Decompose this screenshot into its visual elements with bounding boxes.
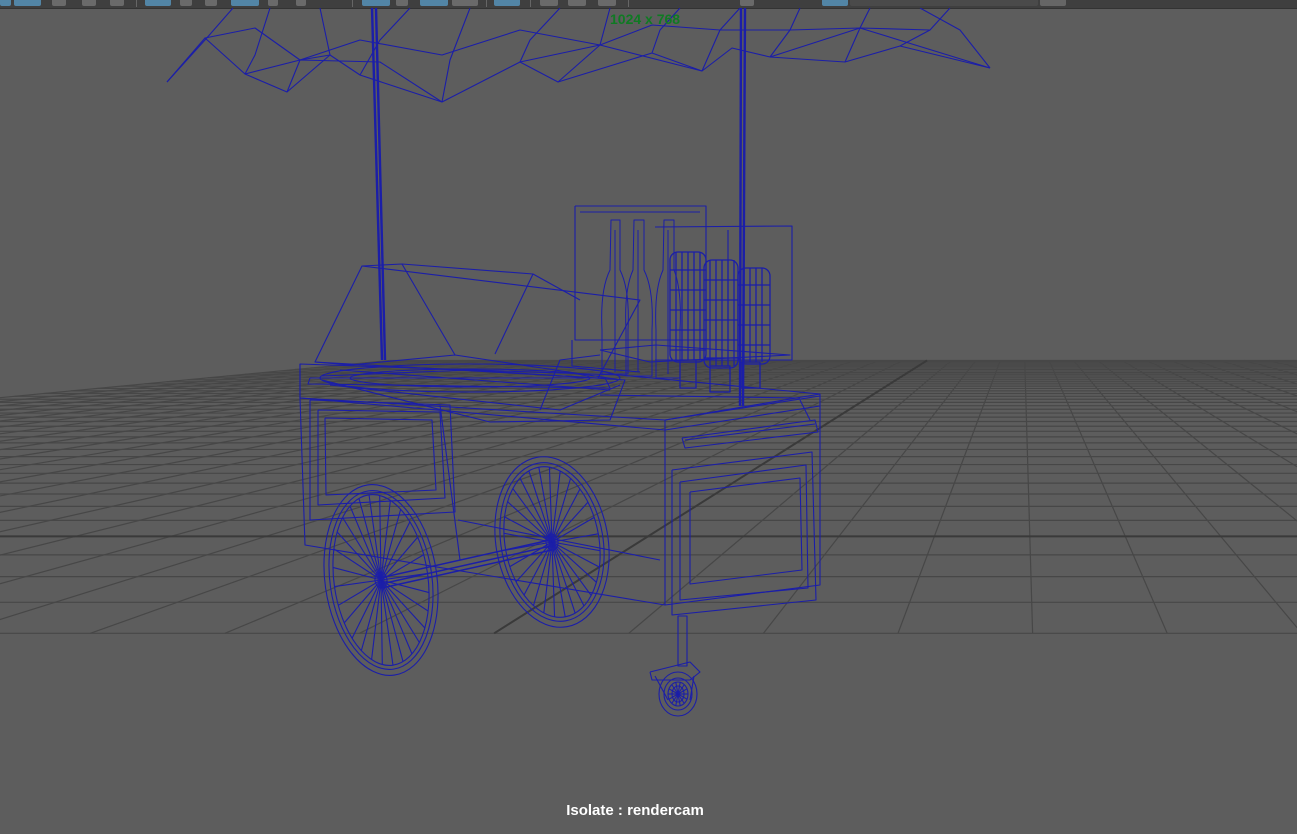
smooth-shade-icon[interactable] xyxy=(268,0,278,6)
grid-line xyxy=(1293,359,1297,362)
toolbar-separator xyxy=(530,0,531,7)
grid-line xyxy=(0,359,732,513)
grid-line xyxy=(359,359,903,634)
viewport-scene xyxy=(0,8,1297,717)
panel-layout-icon[interactable] xyxy=(0,0,11,6)
textured-icon[interactable] xyxy=(296,0,306,6)
xray-icon[interactable] xyxy=(396,0,408,6)
resolution-gate-icon[interactable] xyxy=(420,0,448,6)
wheel-spoke xyxy=(334,579,382,588)
wheel-spoke xyxy=(380,579,394,666)
isolate-camera-label: Isolate : rendercam xyxy=(566,802,704,819)
image-plane-icon[interactable] xyxy=(82,0,96,6)
color-management-icon[interactable] xyxy=(598,0,616,6)
grid-toggle-icon[interactable] xyxy=(145,0,171,6)
wheel-spoke xyxy=(368,494,382,581)
grid-line xyxy=(762,360,977,634)
grid-line xyxy=(628,360,952,634)
ground-grid xyxy=(0,359,1297,635)
grid-line xyxy=(897,360,1001,634)
maya-viewport[interactable] xyxy=(0,8,1297,834)
two-d-pan-icon[interactable] xyxy=(110,0,124,6)
umbrella-canopy xyxy=(166,8,991,103)
view-transform-icon[interactable] xyxy=(740,0,754,6)
camera-attributes-icon[interactable] xyxy=(14,0,41,6)
toolbar-separator xyxy=(136,0,137,7)
toolbar-separator xyxy=(628,0,629,7)
grid-line xyxy=(0,359,610,451)
resolution-gate-label: 1024 x 768 xyxy=(610,11,681,27)
wheel-spoke xyxy=(360,579,382,651)
grid-line xyxy=(0,359,635,460)
film-gate-icon[interactable] xyxy=(180,0,192,6)
wheel-axle xyxy=(379,539,553,589)
grid-line xyxy=(1146,359,1297,435)
grid-line xyxy=(0,359,781,556)
grid-axis-line xyxy=(493,359,928,635)
view-settings-icon[interactable] xyxy=(822,0,848,6)
safe-area-icon[interactable] xyxy=(452,0,478,6)
wheel-spoke xyxy=(332,566,382,581)
isolate-select-icon[interactable] xyxy=(362,0,390,6)
gamma-icon[interactable] xyxy=(568,0,586,6)
wheel-spoke xyxy=(358,498,382,581)
left-wheel xyxy=(323,484,439,676)
wireframe-shading-icon[interactable] xyxy=(231,0,259,6)
toolbar-separator xyxy=(352,0,353,7)
grid-line xyxy=(1024,360,1034,634)
wheel-spoke xyxy=(551,541,576,614)
view-transform-dropdown-button[interactable] xyxy=(1040,0,1066,6)
toolbar-separator xyxy=(486,0,487,7)
gate-mask-icon[interactable] xyxy=(494,0,520,6)
view-transform-field[interactable] xyxy=(850,0,1038,6)
exposure-icon[interactable] xyxy=(540,0,558,6)
bookmark-icon[interactable] xyxy=(52,0,66,6)
grid-line xyxy=(1073,360,1297,629)
grid-line xyxy=(224,359,879,634)
grid-line xyxy=(1195,359,1297,397)
field-chart-icon[interactable] xyxy=(205,0,217,6)
